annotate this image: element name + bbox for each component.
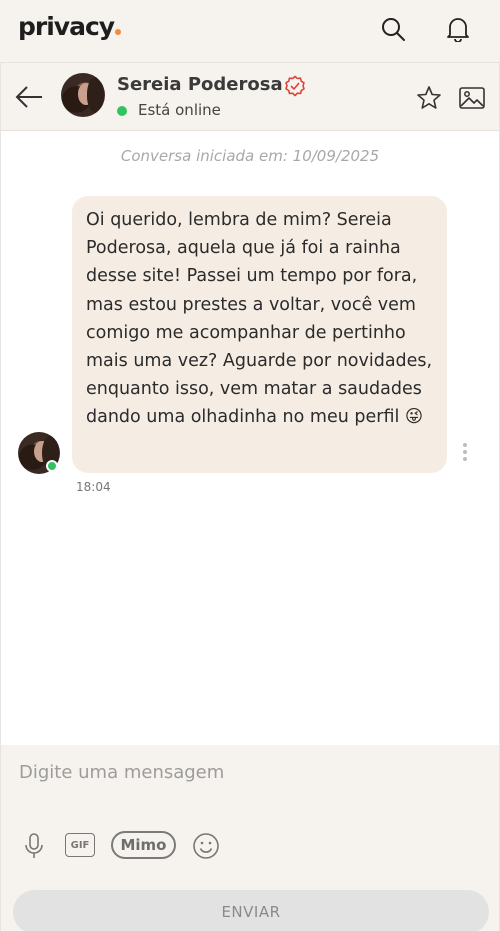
message-composer: GIF Mimo ENVIAR	[1, 745, 499, 931]
online-status-dot	[117, 106, 127, 116]
send-button[interactable]: ENVIAR	[13, 890, 489, 931]
message-bubble[interactable]: Oi querido, lembra de mim? Sereia Podero…	[72, 196, 447, 473]
emoji-icon[interactable]	[191, 831, 221, 861]
search-icon[interactable]	[378, 14, 408, 44]
contact-name[interactable]: Sereia Poderosa	[117, 74, 283, 95]
bell-icon[interactable]	[443, 14, 473, 44]
message-input[interactable]	[19, 757, 479, 787]
message-options-icon[interactable]	[457, 441, 473, 463]
microphone-icon[interactable]	[21, 831, 47, 861]
back-arrow-icon[interactable]	[13, 82, 45, 112]
sender-online-dot	[46, 460, 58, 472]
contact-avatar[interactable]	[61, 73, 105, 117]
privacy-logo[interactable]: privacy	[18, 12, 122, 41]
online-status-text: Está online	[138, 101, 221, 119]
top-app-bar: privacy	[0, 0, 500, 62]
message-time: 18:04	[76, 480, 111, 494]
chat-window: Sereia Poderosa Está online Conversa ini…	[0, 62, 500, 931]
gif-button[interactable]: GIF	[65, 833, 95, 857]
mimo-button[interactable]: Mimo	[111, 831, 176, 859]
star-icon[interactable]	[416, 85, 442, 111]
gallery-icon[interactable]	[458, 85, 486, 111]
conversation-started-label: Conversa iniciada em: 10/09/2025	[120, 147, 380, 165]
logo-dot	[115, 29, 122, 35]
verified-badge-icon	[284, 75, 306, 97]
chat-header: Sereia Poderosa Está online	[1, 63, 499, 131]
